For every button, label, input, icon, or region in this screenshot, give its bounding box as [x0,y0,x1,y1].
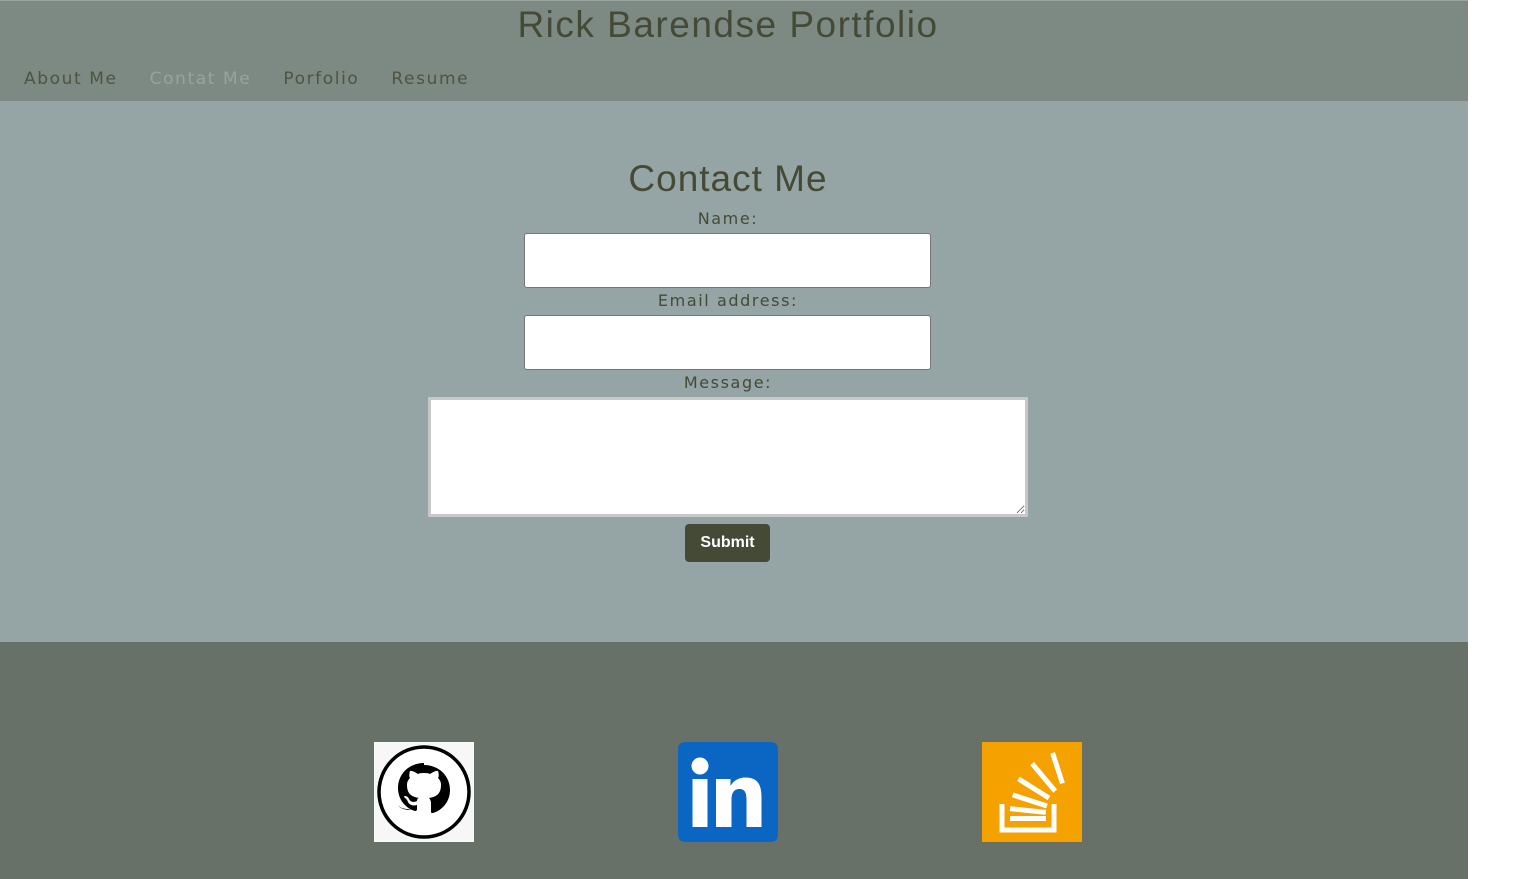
stackoverflow-icon [982,742,1082,842]
nav-resume[interactable]: Resume [391,67,469,91]
message-label: Message: [683,373,773,392]
github-link[interactable] [374,742,474,842]
nav-portfolio[interactable]: Porfolio [283,67,359,91]
name-label: Name: [697,209,759,228]
email-input[interactable] [524,315,931,370]
site-title: Rick Barendse Portfolio [517,4,939,45]
site-header: Rick Barendse Portfolio About Me Contat … [0,0,1468,101]
contact-section: Contact Me Name: Email address: Message:… [0,101,1468,642]
linkedin-link[interactable] [678,742,778,842]
email-label: Email address: [657,291,799,310]
submit-button[interactable]: Submit [685,524,770,562]
main-nav: About Me Contat Me Porfolio Resume [24,67,501,91]
github-icon [374,742,474,842]
page: Rick Barendse Portfolio About Me Contat … [0,0,1468,879]
nav-about-me[interactable]: About Me [24,67,118,91]
site-footer [0,642,1468,879]
stackoverflow-link[interactable] [982,742,1082,842]
linkedin-icon [678,742,778,842]
name-input[interactable] [524,233,931,288]
message-textarea[interactable] [428,397,1028,517]
nav-contact-me[interactable]: Contat Me [150,67,252,91]
contact-title: Contact Me [628,158,828,199]
